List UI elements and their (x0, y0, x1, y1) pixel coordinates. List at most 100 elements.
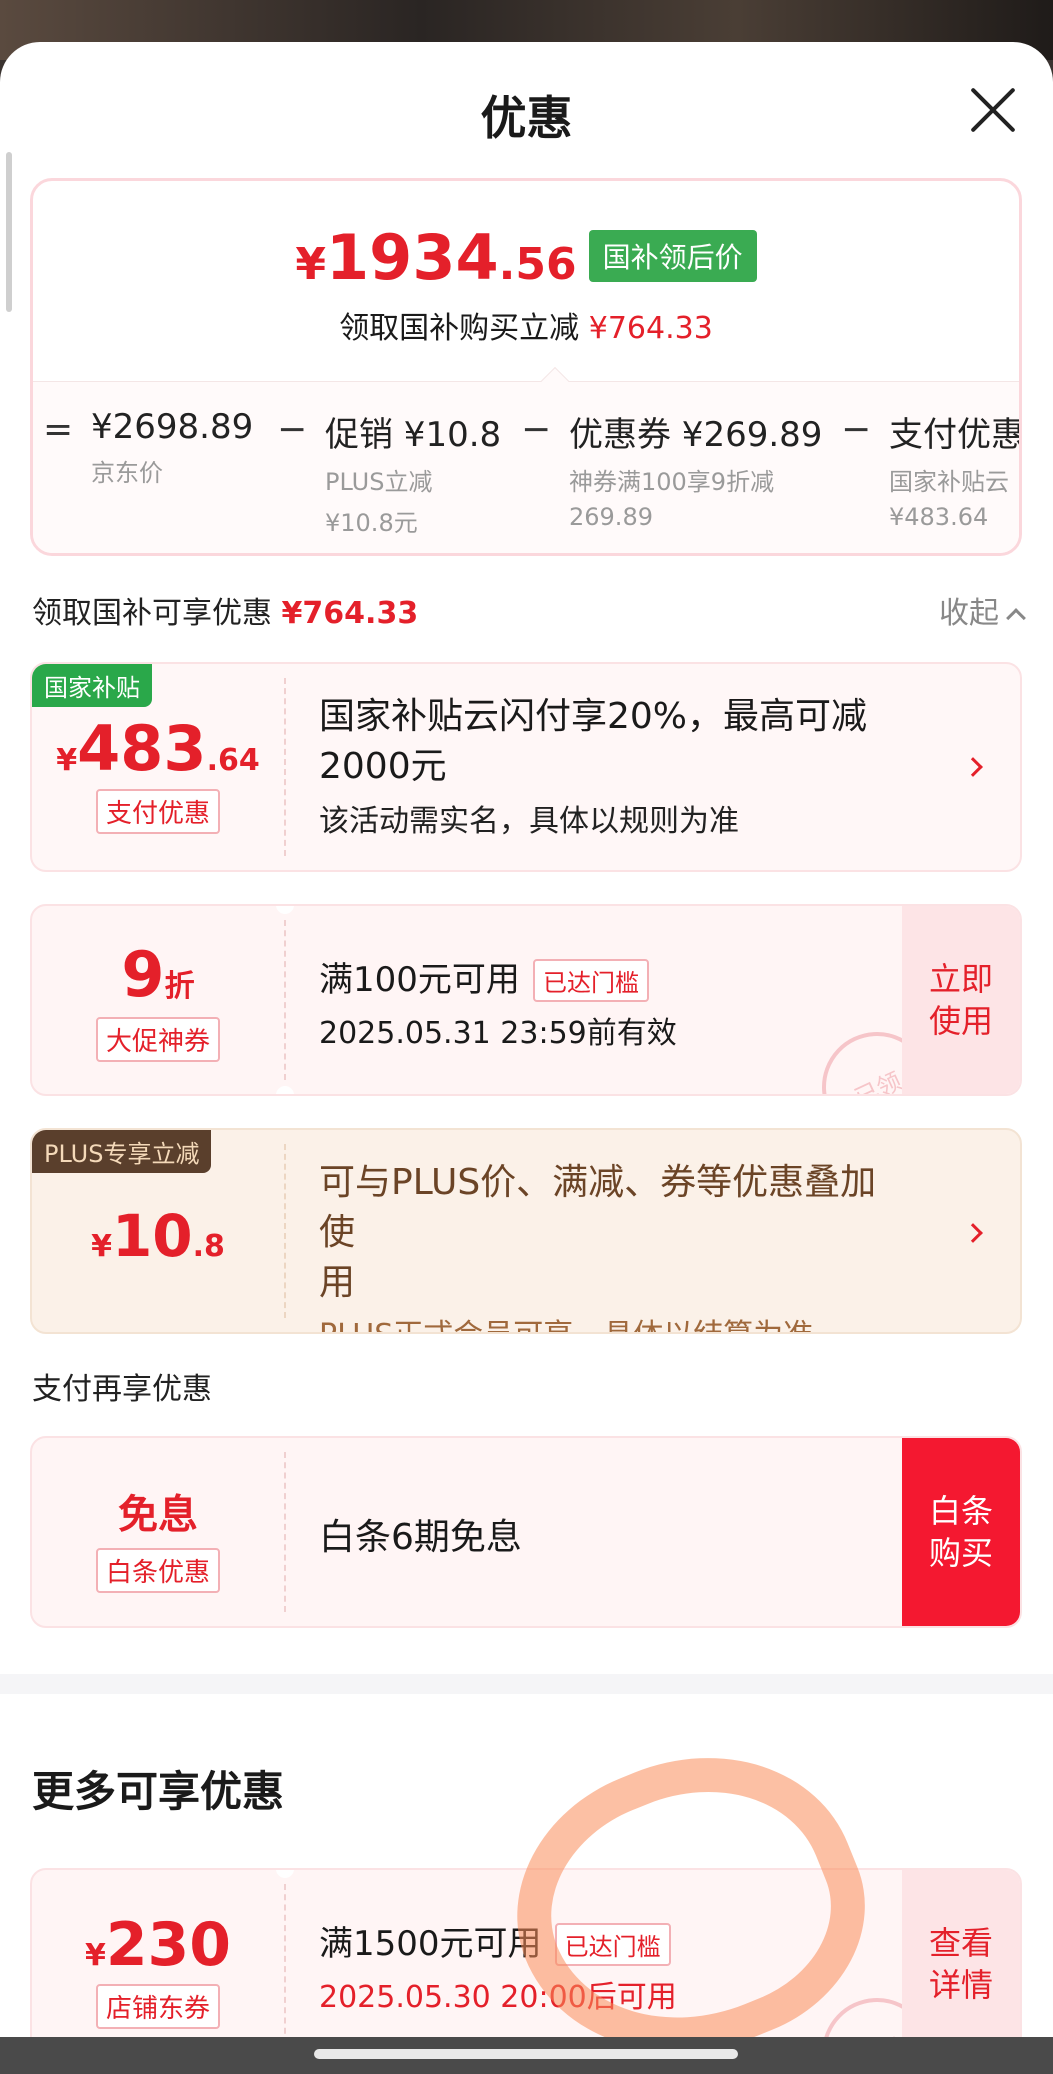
breakdown-label: 京东价 (91, 459, 163, 487)
coupon-card-discount[interactable]: 9折 大促神券 满100元可用 已达门槛 2025.05.31 23:59前有效… (30, 904, 1022, 1096)
amount-decimal: .64 (206, 743, 260, 778)
coupon-description: 满100元可用 已达门槛 2025.05.31 23:59前有效 (319, 952, 900, 1052)
section-title-amount: ¥764.33 (281, 596, 419, 631)
operator: − (521, 409, 552, 450)
section-subsidy-title: 领取国补可享优惠 ¥764.33 (32, 588, 418, 632)
amount-integer: 230 (105, 1910, 232, 1980)
summary-subtitle: 领取国补购买立减 ¥764.33 (33, 303, 1019, 347)
breakdown-label: 神券满100享9折减 (569, 468, 775, 496)
offer-type-tag: 白条优惠 (95, 1548, 220, 1593)
breakdown-promotion: 促销 ¥10.8 PLUS立减 ¥10.8元 (325, 407, 501, 538)
coupon-validity: 2025.05.30 20:00后可用 (319, 1980, 677, 2015)
more-offers-title: 更多可享优惠 (32, 1767, 285, 1816)
amount-decimal: .8 (192, 1229, 225, 1264)
payment-offer-card[interactable]: 免息 白条优惠 白条6期免息 白条 购买 (30, 1436, 1022, 1628)
breakdown-value: 促销 ¥10.8 (325, 415, 502, 455)
coupon-desc-line1: 国家补贴云闪付享20%，最高可减 (319, 696, 868, 737)
coupon-type-tag: 支付优惠 (95, 789, 220, 834)
threshold-reached-badge: 已达门槛 (554, 1923, 671, 1966)
subtitle-amount: ¥764.33 (588, 311, 713, 346)
collapse-button[interactable]: 收起 (939, 588, 1026, 632)
breakdown-payment: 支付优惠 国家补贴云 ¥483.64 (889, 407, 1022, 531)
view-details-button[interactable]: 查看 详情 (902, 1870, 1020, 2037)
interest-free-label: 免息 (118, 1492, 198, 1538)
sheet-title: 优惠 (480, 91, 573, 145)
currency-symbol: ¥ (56, 743, 78, 778)
coupon-description: 可与PLUS价、满减、券等优惠叠加使 用 PLUS正式会员可享，具体以结算为准 (319, 1158, 900, 1332)
coupon-amount: ¥10.8 (32, 1202, 284, 1270)
breakdown-label: 国家补贴云 (889, 468, 1009, 496)
coupon-desc-line2: 2000元 (319, 746, 447, 787)
use-now-button[interactable]: 立即 使用 (902, 906, 1020, 1094)
coupon-desc-line1: 可与PLUS价、满减、券等优惠叠加使 (319, 1162, 877, 1253)
corner-badge: 国家补贴 (32, 664, 152, 707)
price-integer: 1934 (326, 221, 499, 294)
coupon-value-area: ¥230 店铺东券 (32, 1870, 284, 2037)
amount-integer: 483 (77, 712, 207, 785)
breakdown-label: PLUS立减 (325, 468, 433, 496)
section-payment-title: 支付再享优惠 (32, 1372, 212, 1407)
scrollbar[interactable] (6, 152, 12, 312)
offer-value-area: 免息 白条优惠 (32, 1438, 284, 1626)
close-icon[interactable] (967, 84, 1019, 136)
threshold-reached-badge: 已达门槛 (533, 959, 649, 1002)
discount-sheet: 优惠 ¥1934.56 国补领后价 领取国补购买立减 ¥764.33 = ¥269… (0, 42, 1053, 2037)
ticket-notch (276, 1086, 294, 1094)
breakdown-value: ¥2698.89 (91, 407, 254, 447)
breakdown-value: 支付优惠 (889, 415, 1022, 455)
breakdown-jd-price: ¥2698.89 京东价 (91, 407, 253, 488)
corner-badge: PLUS专享立减 (32, 1130, 212, 1173)
coupon-description: 国家补贴云闪付享20%，最高可减 2000元 该活动需实名，具体以规则为准 (319, 692, 900, 840)
coupon-threshold: 满1500元可用 (319, 1924, 542, 1964)
coupon-card-store[interactable]: ¥230 店铺东券 满1500元可用 已达门槛 2025.05.30 20:00… (30, 1868, 1022, 2037)
currency-symbol: ¥ (295, 239, 327, 290)
coupon-card-national-subsidy[interactable]: ¥483.64 支付优惠 国家补贴 国家补贴云闪付享20%，最高可减 2000元… (30, 662, 1022, 872)
offer-description: 白条6期免息 (319, 1508, 900, 1560)
subtitle-text: 领取国补购买立减 (339, 311, 580, 346)
chevron-right-icon[interactable] (963, 1223, 983, 1243)
currency-symbol: ¥ (84, 1938, 106, 1973)
card-divider (284, 1884, 286, 2037)
coupon-amount: 9折 (32, 938, 284, 1011)
coupon-rule: 该活动需实名，具体以规则为准 (319, 804, 739, 839)
offer-text: 白条6期免息 (319, 1517, 522, 1558)
coupon-threshold: 满100元可用 (319, 960, 520, 1000)
subsidy-badge: 国补领后价 (588, 230, 757, 282)
coupon-type-tag: 店铺东券 (95, 1984, 220, 2029)
coupon-rule: PLUS正式会员可享，具体以结算为准 (319, 1310, 900, 1332)
price-summary: ¥1934.56 国补领后价 领取国补购买立减 ¥764.33 = ¥2698.8… (30, 178, 1022, 556)
discount-unit: 折 (164, 969, 195, 1004)
coupon-type-tag: 大促神券 (95, 1017, 220, 1062)
breakdown-detail: 269.89 (569, 503, 653, 531)
discount-value: 9 (121, 938, 165, 1011)
currency-symbol: ¥ (91, 1229, 112, 1264)
coupon-amount: ¥230 (32, 1910, 284, 1980)
chevron-up-icon (1006, 608, 1026, 628)
operator: = (43, 409, 74, 450)
operator: − (277, 409, 308, 450)
coupon-value-area: 9折 大促神券 (32, 906, 284, 1094)
breakdown-value: 优惠券 ¥269.89 (569, 415, 823, 455)
coupon-amount: ¥483.64 (32, 712, 284, 785)
coupon-card-plus[interactable]: ¥10.8 PLUS专享立减 可与PLUS价、满减、券等优惠叠加使 用 PLUS… (30, 1128, 1022, 1334)
final-price: ¥1934.56 国补领后价 (33, 221, 1019, 294)
breakdown-detail: ¥483.64 (889, 503, 989, 531)
card-divider (284, 1144, 286, 1318)
collapse-label: 收起 (939, 596, 999, 631)
coupon-desc-line2: 用 (319, 1262, 356, 1303)
card-divider (284, 1452, 286, 1612)
coupon-description: 满1500元可用 已达门槛 2025.05.30 20:00后可用 (319, 1916, 900, 2016)
card-divider (284, 678, 286, 856)
section-separator (0, 1674, 1053, 1694)
price-decimal: .56 (498, 239, 577, 290)
coupon-validity: 2025.05.31 23:59前有效 (319, 1016, 677, 1051)
section-title-text: 领取国补可享优惠 (32, 596, 272, 631)
amount-integer: 10 (111, 1202, 193, 1270)
breakdown-coupon: 优惠券 ¥269.89 神券满100享9折减 269.89 (569, 407, 822, 531)
baitiao-buy-button[interactable]: 白条 购买 (902, 1438, 1020, 1626)
operator: − (841, 409, 872, 450)
breakdown-detail: ¥10.8元 (325, 509, 418, 537)
home-indicator[interactable] (314, 2049, 738, 2059)
chevron-right-icon[interactable] (963, 757, 983, 777)
card-divider (284, 920, 286, 1080)
